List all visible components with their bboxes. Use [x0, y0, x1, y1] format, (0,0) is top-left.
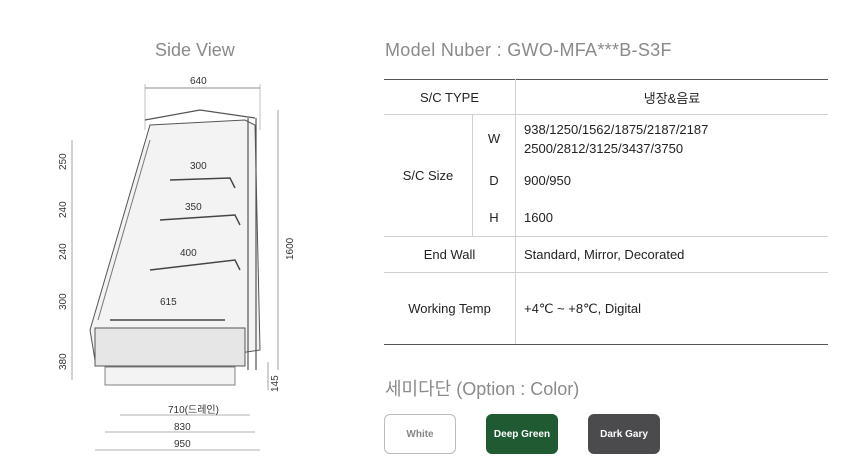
d-label: D: [472, 162, 516, 199]
sc-type-value: 냉장&음료: [515, 79, 828, 115]
side-view-diagram: 640 300 350 400 615 250 240 240 300 380 …: [58, 76, 296, 451]
spec-table: S/C TYPE 냉장&음료 S/C Size W 938/1250/1562/…: [384, 79, 828, 345]
d-value: 900/950: [524, 173, 571, 188]
dim-shelf-3: 400: [180, 248, 197, 259]
model-title: Model Nuber : GWO-MFA***B-S3F: [385, 40, 672, 60]
h-label: H: [472, 198, 516, 237]
w-value: 938/1250/1562/1875/2187/2187 2500/2812/3…: [516, 115, 829, 163]
dim-shelf-1: 300: [190, 161, 207, 172]
working-temp-value: +4℃ ~ +8℃, Digital: [515, 272, 828, 345]
end-wall-label: End Wall: [384, 236, 516, 273]
color-swatch-white: White: [384, 414, 456, 454]
w-value-line2: 2500/2812/3125/3437/3750: [524, 140, 684, 156]
dim-left-5: 380: [58, 353, 69, 370]
end-wall-value: Standard, Mirror, Decorated: [515, 236, 828, 273]
dim-bottom-1: 710(드레인): [168, 404, 219, 416]
option-title: 세미다단 (Option : Color): [385, 379, 580, 399]
sc-type-label: S/C TYPE: [384, 79, 516, 115]
h-value: 1600: [515, 198, 828, 237]
dim-left-1: 250: [58, 153, 69, 170]
working-temp-label: Working Temp: [384, 272, 516, 345]
dim-shelf-2: 350: [185, 202, 202, 213]
dim-left-3: 240: [58, 243, 69, 260]
dim-top-width: 640: [190, 76, 207, 87]
dim-shelf-4: 615: [160, 297, 177, 308]
color-swatch-deep-green: Deep Green: [486, 414, 558, 454]
sc-size-label: S/C Size: [384, 114, 473, 237]
dim-left-4: 300: [58, 293, 69, 310]
color-swatch-dark-gray: Dark Gary: [588, 414, 660, 454]
dim-bottom-2: 830: [174, 422, 191, 433]
side-view-title: Side View: [155, 40, 235, 60]
dim-bottom-3: 950: [174, 439, 191, 450]
dim-total-height: 1600: [285, 237, 296, 260]
w-label: W: [472, 114, 516, 163]
dim-base-height: 145: [270, 375, 281, 392]
w-value-line1: 938/1250/1562/1875/2187/2187: [524, 121, 709, 137]
dim-left-2: 240: [58, 201, 69, 218]
